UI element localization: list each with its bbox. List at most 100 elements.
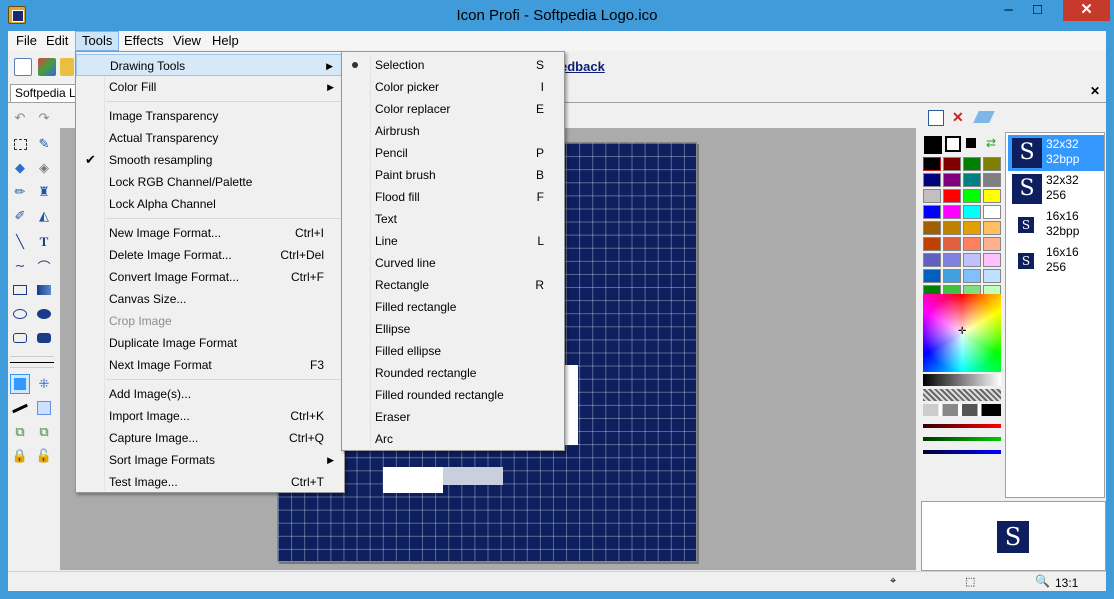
line-tool-icon[interactable]: ╲	[10, 232, 30, 252]
palette-swatch[interactable]	[983, 157, 1001, 171]
minimize-button[interactable]: –	[994, 0, 1023, 21]
drawing-tool-color-picker[interactable]: Color picker I	[342, 76, 564, 98]
palette-swatch[interactable]	[923, 189, 941, 203]
redo-icon[interactable]: ↷	[34, 108, 54, 128]
format-item[interactable]: S 32x32 32bpp	[1008, 135, 1104, 171]
drawing-tool-arc[interactable]: Arc	[342, 428, 564, 450]
menu-item-actual-transparency[interactable]: Actual Transparency	[76, 127, 344, 149]
menu-effects[interactable]: Effects	[118, 31, 170, 51]
menu-item-add-image-s[interactable]: Add Image(s)...	[76, 383, 344, 405]
selection-tool-icon[interactable]	[10, 134, 30, 154]
drawing-tool-filled-rectangle[interactable]: Filled rectangle	[342, 296, 564, 318]
filled-rounded-rectangle-tool-icon[interactable]	[34, 328, 54, 348]
alpha-slider[interactable]	[923, 389, 1001, 401]
unlock-icon[interactable]: 🔓	[34, 446, 54, 466]
flood-fill-tool-icon[interactable]: ◭	[34, 206, 54, 226]
menu-item-capture-image[interactable]: Capture Image... Ctrl+Q	[76, 427, 344, 449]
menu-item-image-transparency[interactable]: Image Transparency	[76, 105, 344, 127]
palette-swatch[interactable]	[943, 189, 961, 203]
menu-item-lock-alpha-channel[interactable]: Lock Alpha Channel	[76, 193, 344, 215]
palette-swatch[interactable]	[923, 237, 941, 251]
green-channel-slider[interactable]	[923, 437, 1001, 441]
texture-swatches[interactable]	[923, 404, 1001, 416]
close-button[interactable]: ✕	[1063, 0, 1110, 21]
new-image-icon[interactable]	[38, 58, 56, 76]
layer-copy-icon[interactable]: ⧉	[10, 422, 30, 442]
palette-swatch[interactable]	[923, 269, 941, 283]
menu-item-canvas-size[interactable]: Canvas Size...	[76, 288, 344, 310]
palette-swatch[interactable]	[983, 269, 1001, 283]
palette-swatch[interactable]	[983, 253, 1001, 267]
drawing-tool-curved-line[interactable]: Curved line	[342, 252, 564, 274]
color-replacer-tool-icon[interactable]: ◈	[34, 158, 54, 178]
menu-item-drawing-tools[interactable]: Drawing Tools ▶	[76, 54, 344, 76]
rounded-rectangle-tool-icon[interactable]	[10, 328, 30, 348]
lock-icon[interactable]: 🔒	[10, 446, 30, 466]
palette-swatch[interactable]	[983, 221, 1001, 235]
swap-colors-icon[interactable]: ⇄	[986, 136, 996, 150]
transparent-color-icon[interactable]	[945, 136, 961, 152]
palette-swatch[interactable]	[943, 269, 961, 283]
palette-swatch[interactable]	[923, 173, 941, 187]
maximize-button[interactable]: □	[1023, 0, 1052, 21]
palette-swatch[interactable]	[963, 269, 981, 283]
drawing-tool-color-replacer[interactable]: Color replacer E	[342, 98, 564, 120]
menu-help[interactable]: Help	[206, 31, 245, 51]
palette-swatch[interactable]	[983, 189, 1001, 203]
blue-channel-slider[interactable]	[923, 450, 1001, 454]
soft-pen-icon[interactable]	[34, 398, 54, 418]
palette-swatch[interactable]	[943, 221, 961, 235]
menu-edit[interactable]: Edit	[40, 31, 74, 51]
drawing-tool-line[interactable]: Line L	[342, 230, 564, 252]
color-picker-tool-icon[interactable]: ✎	[34, 134, 54, 154]
drawing-tool-rounded-rectangle[interactable]: Rounded rectangle	[342, 362, 564, 384]
drawing-tool-ellipse[interactable]: Ellipse	[342, 318, 564, 340]
menu-item-smooth-resampling[interactable]: ✔ Smooth resampling	[76, 149, 344, 171]
eraser-icon[interactable]	[973, 111, 995, 123]
menu-item-color-fill[interactable]: Color Fill ▶	[76, 76, 344, 98]
layer-paste-icon[interactable]: ⧉	[34, 422, 54, 442]
palette-swatch[interactable]	[963, 157, 981, 171]
drawing-tool-filled-rounded-rectangle[interactable]: Filled rounded rectangle	[342, 384, 564, 406]
line-width-selector[interactable]	[10, 356, 54, 368]
drawing-tool-filled-ellipse[interactable]: Filled ellipse	[342, 340, 564, 362]
text-tool-icon[interactable]: T	[34, 232, 54, 252]
close-document-icon[interactable]: ✕	[1090, 84, 1100, 98]
drawing-tool-flood-fill[interactable]: Flood fill F	[342, 186, 564, 208]
pen-style-icon[interactable]	[10, 398, 30, 418]
menu-item-next-image-format[interactable]: Next Image Format F3	[76, 354, 344, 376]
palette-swatch[interactable]	[943, 157, 961, 171]
pencil-tool-icon[interactable]: ✏	[10, 182, 30, 202]
fill-mode-icon[interactable]	[10, 374, 30, 394]
brightness-slider[interactable]	[923, 374, 1001, 386]
palette-swatch[interactable]	[943, 237, 961, 251]
palette-swatch[interactable]	[963, 253, 981, 267]
drawing-tool-selection[interactable]: Selection S	[342, 54, 564, 76]
ellipse-tool-icon[interactable]	[10, 304, 30, 324]
menu-item-lock-rgb-channel-palette[interactable]: Lock RGB Channel/Palette	[76, 171, 344, 193]
palette-swatch[interactable]	[943, 253, 961, 267]
drawing-tool-rectangle[interactable]: Rectangle R	[342, 274, 564, 296]
menu-item-delete-image-format[interactable]: Delete Image Format... Ctrl+Del	[76, 244, 344, 266]
palette-swatch[interactable]	[923, 253, 941, 267]
pattern-mode-icon[interactable]: ⁜	[34, 374, 54, 394]
palette-swatch[interactable]	[923, 205, 941, 219]
menu-item-test-image[interactable]: Test Image... Ctrl+T	[76, 471, 344, 493]
open-folder-icon[interactable]	[60, 58, 74, 76]
format-item[interactable]: S 32x32 256	[1008, 171, 1104, 207]
menu-item-sort-image-formats[interactable]: Sort Image Formats ▶	[76, 449, 344, 471]
menu-tools[interactable]: Tools	[75, 31, 120, 51]
drawing-tool-paint-brush[interactable]: Paint brush B	[342, 164, 564, 186]
menu-item-duplicate-image-format[interactable]: Duplicate Image Format	[76, 332, 344, 354]
palette-swatch[interactable]	[983, 173, 1001, 187]
primary-color[interactable]	[924, 136, 942, 154]
feedback-link[interactable]: edback	[560, 59, 605, 74]
paint-brush-tool-icon[interactable]: ✐	[10, 206, 30, 226]
menu-item-import-image[interactable]: Import Image... Ctrl+K	[76, 405, 344, 427]
palette-swatch[interactable]	[983, 237, 1001, 251]
menu-item-convert-image-format[interactable]: Convert Image Format... Ctrl+F	[76, 266, 344, 288]
document-tab[interactable]: Softpedia Lo	[10, 84, 76, 102]
palette-swatch[interactable]	[963, 237, 981, 251]
drawing-tool-pencil[interactable]: Pencil P	[342, 142, 564, 164]
menu-file[interactable]: File	[10, 31, 43, 51]
